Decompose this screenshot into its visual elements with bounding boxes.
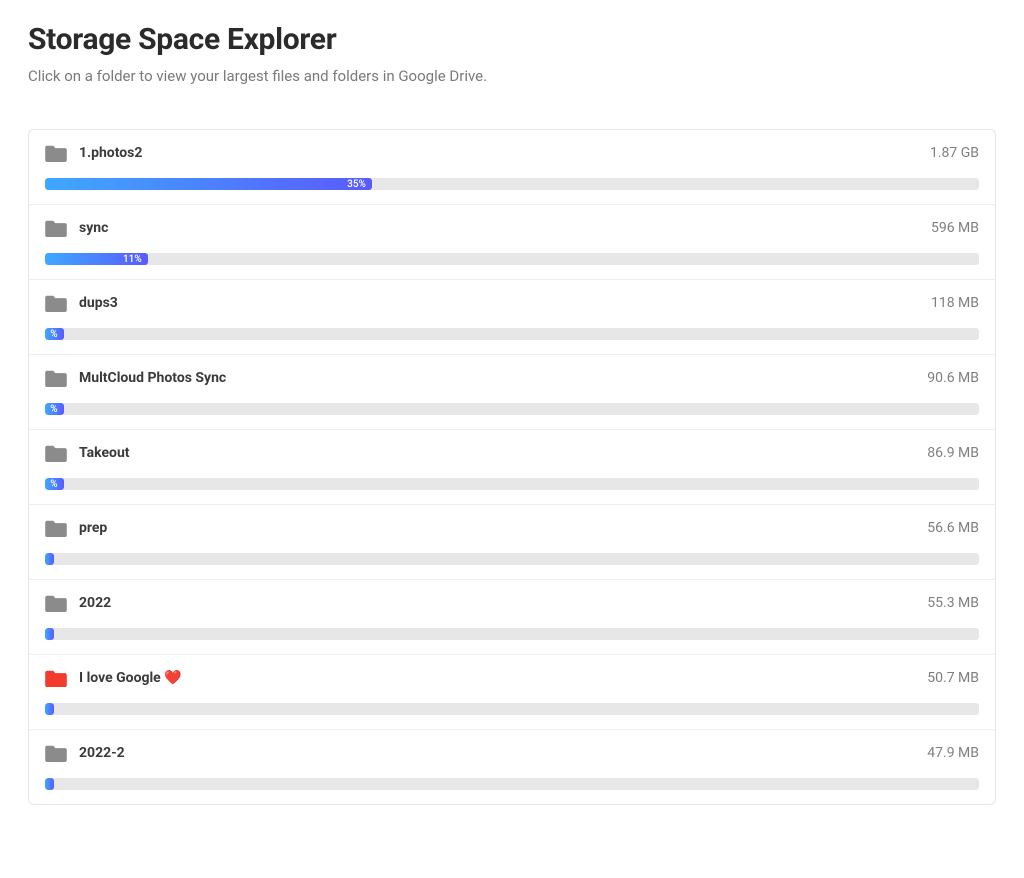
usage-bar <box>45 553 979 565</box>
folder-row[interactable]: I love Google ❤️ 50.7 MB <box>29 655 995 730</box>
folder-name: I love Google ❤️ <box>79 670 915 686</box>
folder-size: 50.7 MB <box>927 670 979 686</box>
folder-size: 1.87 GB <box>930 145 979 161</box>
folder-size: 596 MB <box>931 220 979 236</box>
folder-icon <box>45 444 67 462</box>
folder-row[interactable]: dups3 118 MB% <box>29 280 995 355</box>
folder-icon <box>45 669 67 687</box>
usage-bar <box>45 628 979 640</box>
folder-icon <box>45 519 67 537</box>
folder-name: 1.photos2 <box>79 145 918 161</box>
folder-icon <box>45 369 67 387</box>
folder-icon <box>45 144 67 162</box>
folder-row[interactable]: Takeout 86.9 MB% <box>29 430 995 505</box>
folder-name: 2022 <box>79 595 915 611</box>
folder-row[interactable]: 1.photos2 1.87 GB 35% <box>29 130 995 205</box>
folder-size: 86.9 MB <box>927 445 979 461</box>
folder-size: 56.6 MB <box>927 520 979 536</box>
folder-name: 2022-2 <box>79 745 915 761</box>
usage-bar-label: % <box>48 329 59 340</box>
folder-size: 90.6 MB <box>927 370 979 386</box>
folder-row[interactable]: prep 56.6 MB <box>29 505 995 580</box>
folder-row[interactable]: MultCloud Photos Sync 90.6 MB% <box>29 355 995 430</box>
page-subtitle: Click on a folder to view your largest f… <box>28 67 996 85</box>
folder-row[interactable]: 2022 55.3 MB <box>29 580 995 655</box>
folder-name: dups3 <box>79 295 919 311</box>
usage-bar-label: % <box>48 479 59 490</box>
folder-list: 1.photos2 1.87 GB 35% sync 596 MB 11% dups3 118… <box>28 129 996 805</box>
folder-size: 47.9 MB <box>927 745 979 761</box>
usage-bar: % <box>45 478 979 490</box>
usage-bar <box>45 703 979 715</box>
usage-bar <box>45 778 979 790</box>
folder-name: MultCloud Photos Sync <box>79 370 915 386</box>
folder-row[interactable]: sync 596 MB 11% <box>29 205 995 280</box>
usage-bar: 11% <box>45 253 979 265</box>
folder-size: 118 MB <box>931 295 979 311</box>
folder-icon <box>45 219 67 237</box>
usage-bar-label: 35% <box>345 179 368 190</box>
folder-name: Takeout <box>79 445 915 461</box>
folder-icon <box>45 294 67 312</box>
usage-bar: % <box>45 328 979 340</box>
folder-row[interactable]: 2022-2 47.9 MB <box>29 730 995 804</box>
folder-icon <box>45 594 67 612</box>
folder-name: prep <box>79 520 915 536</box>
usage-bar: % <box>45 403 979 415</box>
folder-icon <box>45 744 67 762</box>
usage-bar: 35% <box>45 178 979 190</box>
folder-name: sync <box>79 220 919 236</box>
usage-bar-label: % <box>48 404 59 415</box>
folder-size: 55.3 MB <box>927 595 979 611</box>
page-title: Storage Space Explorer <box>28 22 996 57</box>
usage-bar-label: 11% <box>121 254 144 265</box>
